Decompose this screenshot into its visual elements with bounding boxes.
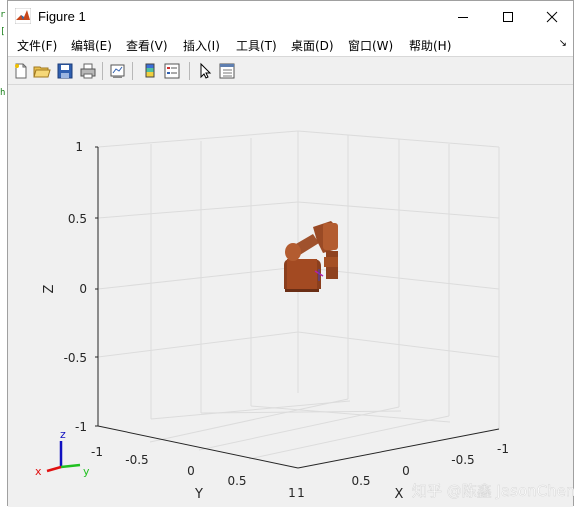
x-tick-label: 1 <box>297 486 305 500</box>
figure-canvas: 1 0.5 0 -0.5 -1 Z -1 -0.5 0 0.5 1 Y 1 0.… <box>8 85 576 507</box>
x-tick-label: -1 <box>497 442 509 456</box>
z-tick-label: -1 <box>75 420 87 434</box>
y-tick-label: 0 <box>187 464 195 478</box>
minimize-icon <box>457 16 468 18</box>
robot-arm-model <box>284 221 338 292</box>
watermark-text: 知乎 @陈鑫 JasonChen <box>412 482 574 500</box>
save-icon[interactable] <box>56 62 74 80</box>
insert-legend-icon[interactable] <box>163 62 181 80</box>
menu-edit[interactable]: 编辑(E) <box>71 37 112 54</box>
new-figure-icon[interactable] <box>12 62 30 80</box>
menu-insert[interactable]: 插入(I) <box>183 37 220 54</box>
axes-grid <box>97 130 500 460</box>
menu-file[interactable]: 文件(F) <box>17 37 57 54</box>
y-tick-label: -0.5 <box>125 453 148 467</box>
close-button[interactable] <box>529 1 574 32</box>
window-title: Figure 1 <box>38 9 86 24</box>
menu-tools[interactable]: 工具(T) <box>236 37 277 54</box>
y-tick-label: 1 <box>288 486 296 500</box>
figure-toolbar <box>8 56 573 85</box>
toolbar-separator <box>132 62 133 80</box>
y-tick-label: -1 <box>91 445 103 459</box>
x-tick-label: -0.5 <box>451 453 474 467</box>
toolbar-separator <box>189 62 190 80</box>
minimize-button[interactable] <box>440 1 485 32</box>
x-tick-label: 0.5 <box>351 474 370 488</box>
y-axis-label: Y <box>194 487 203 502</box>
dock-arrow-icon[interactable]: ↘ <box>559 38 567 49</box>
print-icon[interactable] <box>79 62 97 80</box>
z-tick-label: 0.5 <box>68 212 87 226</box>
triad-x-label: x <box>35 465 42 478</box>
matlab-logo-icon <box>15 8 31 24</box>
menu-desktop[interactable]: 桌面(D) <box>291 37 334 54</box>
strip-char: [ <box>0 27 6 37</box>
x-axis-label: X <box>395 487 404 502</box>
strip-char: r <box>0 10 6 20</box>
toolbar-separator <box>102 62 103 80</box>
menu-view[interactable]: 查看(V) <box>126 37 168 54</box>
open-file-icon[interactable] <box>33 62 51 80</box>
strip-char: h <box>0 88 6 98</box>
link-plot-icon[interactable] <box>109 62 127 80</box>
property-inspector-icon[interactable] <box>218 62 236 80</box>
z-tick-label: 0 <box>79 282 87 296</box>
z-tick-label: 1 <box>75 140 83 154</box>
menu-window[interactable]: 窗口(W) <box>348 37 393 54</box>
edit-plot-arrow-icon[interactable] <box>196 62 214 80</box>
z-tick-label: -0.5 <box>64 351 87 365</box>
axes-3d[interactable]: 1 0.5 0 -0.5 -1 Z -1 -0.5 0 0.5 1 Y 1 0.… <box>8 85 576 507</box>
figure-window: Figure 1 文件(F) 编辑(E) 查看(V) 插入(I) 工具(T) 桌… <box>7 0 576 507</box>
z-axis-label: Z <box>42 284 57 293</box>
menu-bar: 文件(F) 编辑(E) 查看(V) 插入(I) 工具(T) 桌面(D) 窗口(W… <box>8 32 573 56</box>
title-bar: Figure 1 <box>8 1 573 32</box>
maximize-icon <box>502 11 513 22</box>
orientation-triad: z x y <box>35 428 90 478</box>
axes-frame <box>95 146 500 469</box>
x-tick-label: 0 <box>402 464 410 478</box>
y-tick-label: 0.5 <box>227 474 246 488</box>
maximize-button[interactable] <box>485 1 530 32</box>
insert-colorbar-icon[interactable] <box>141 62 159 80</box>
triad-y-label: y <box>83 465 90 478</box>
close-icon <box>546 11 557 22</box>
menu-help[interactable]: 帮助(H) <box>409 37 451 54</box>
triad-z-label: z <box>60 428 66 441</box>
